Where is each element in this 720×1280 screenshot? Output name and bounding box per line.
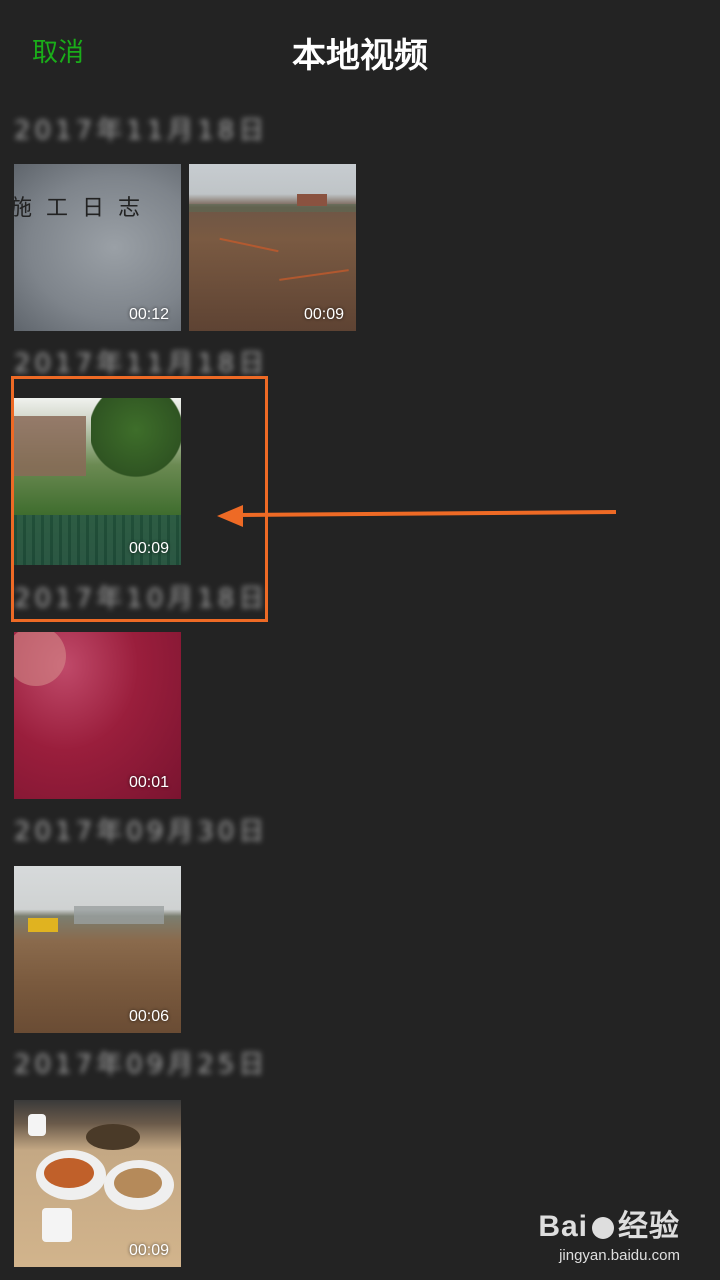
thumbnail-image [74,906,164,924]
section-date-header: 2017年11月18日 [14,116,269,146]
thumbnail-image: 施工日志 [14,196,155,221]
baidu-jingyan-watermark: Bai 经验 jingyan.baidu.com [538,1201,680,1264]
video-thumbnail[interactable]: 施工日志 00:12 [14,164,181,331]
thumbnail-detail [279,269,349,281]
watermark-logo: Bai 经验 [538,1201,680,1245]
watermark-logo-text: Bai [538,1210,588,1243]
watermark-url: jingyan.baidu.com [559,1247,680,1264]
section-date-header: 2017年09月30日 [14,817,269,847]
annotation-arrow-head-icon [217,505,243,527]
local-video-picker: 取消 本地视频 2017年11月18日 施工日志 00:12 00:09 201… [0,0,720,1280]
paw-icon [592,1217,614,1240]
video-duration: 00:09 [303,306,344,323]
video-thumbnail[interactable]: 00:01 [14,632,181,799]
thumbnail-detail [28,1114,46,1136]
annotation-arrow-line [237,510,617,517]
thumbnail-image [14,632,66,686]
thumbnail-detail [44,1158,94,1188]
thumbnail-detail [114,1168,162,1198]
annotation-highlight-box [11,376,268,622]
video-thumbnail[interactable]: 00:09 [14,1100,181,1267]
watermark-logo-suffix: 经验 [618,1210,680,1243]
page-title: 本地视频 [292,36,428,76]
thumbnail-detail [42,1208,72,1242]
video-duration: 00:09 [128,1242,169,1259]
thumbnail-detail [28,918,58,932]
header: 取消 本地视频 [0,0,720,100]
video-thumbnail[interactable]: 00:06 [14,866,181,1033]
thumbnail-image [189,204,356,212]
video-duration: 00:12 [128,306,169,323]
thumbnail-detail [86,1124,140,1150]
section-date-header: 2017年09月25日 [14,1050,269,1080]
thumbnail-detail [219,237,279,253]
video-duration: 00:01 [128,774,169,791]
thumbnail-detail [297,194,327,206]
video-thumbnail[interactable]: 00:09 [189,164,356,331]
video-duration: 00:06 [128,1008,169,1025]
